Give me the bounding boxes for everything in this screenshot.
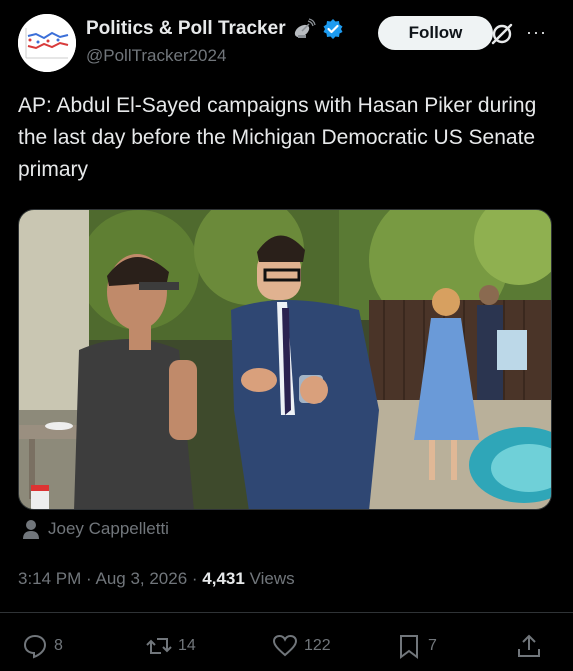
follow-button[interactable]: Follow: [378, 16, 493, 50]
post-date[interactable]: Aug 3, 2026: [95, 569, 187, 588]
author-handle[interactable]: @PollTracker2024: [86, 46, 226, 66]
divider: [0, 612, 573, 613]
share-button[interactable]: [516, 633, 542, 659]
share-icon: [518, 634, 540, 657]
post-text: AP: Abdul El-Sayed campaigns with Hasan …: [18, 94, 537, 181]
repost-icon: [146, 638, 172, 654]
reply-count: 8: [54, 637, 63, 654]
views-label: Views: [249, 569, 295, 588]
satellite-dish-icon: [294, 18, 316, 38]
repost-button[interactable]: 14: [146, 633, 196, 659]
campaign-photo: [19, 210, 551, 509]
poll-chart-avatar-icon: [18, 14, 76, 72]
meta-separator: ·: [81, 569, 96, 588]
author-avatar[interactable]: [18, 14, 76, 72]
reply-icon: [23, 634, 47, 659]
bookmark-icon: [400, 635, 418, 659]
author-name-row: Politics & Poll Tracker: [86, 18, 344, 40]
photo-credit-name: Joey Cappelletti: [48, 519, 169, 538]
grok-icon[interactable]: [488, 20, 516, 48]
action-bar: 8 14 122 7: [0, 633, 573, 669]
photo-credit: Joey Cappelletti: [22, 519, 169, 539]
bookmark-count: 7: [428, 637, 437, 654]
post-header: Politics & Poll Tracker @PollTracker2024…: [18, 14, 558, 72]
verified-badge-icon[interactable]: [322, 18, 344, 40]
post-meta: 3:14 PM · Aug 3, 2026 · 4,431 Views: [18, 569, 295, 589]
meta-separator: ·: [187, 569, 203, 588]
like-button[interactable]: 122: [272, 633, 331, 659]
views-count: 4,431: [202, 569, 245, 588]
bookmark-button[interactable]: 7: [396, 633, 437, 659]
repost-count: 14: [178, 637, 196, 654]
post-media-photo[interactable]: [18, 209, 552, 510]
heart-icon: [272, 634, 298, 657]
author-display-name[interactable]: Politics & Poll Tracker: [86, 18, 286, 40]
reply-button[interactable]: 8: [22, 633, 63, 659]
like-count: 122: [304, 637, 331, 654]
more-options-icon[interactable]: ···: [526, 22, 547, 43]
post-time[interactable]: 3:14 PM: [18, 569, 81, 588]
person-icon: [23, 520, 39, 539]
